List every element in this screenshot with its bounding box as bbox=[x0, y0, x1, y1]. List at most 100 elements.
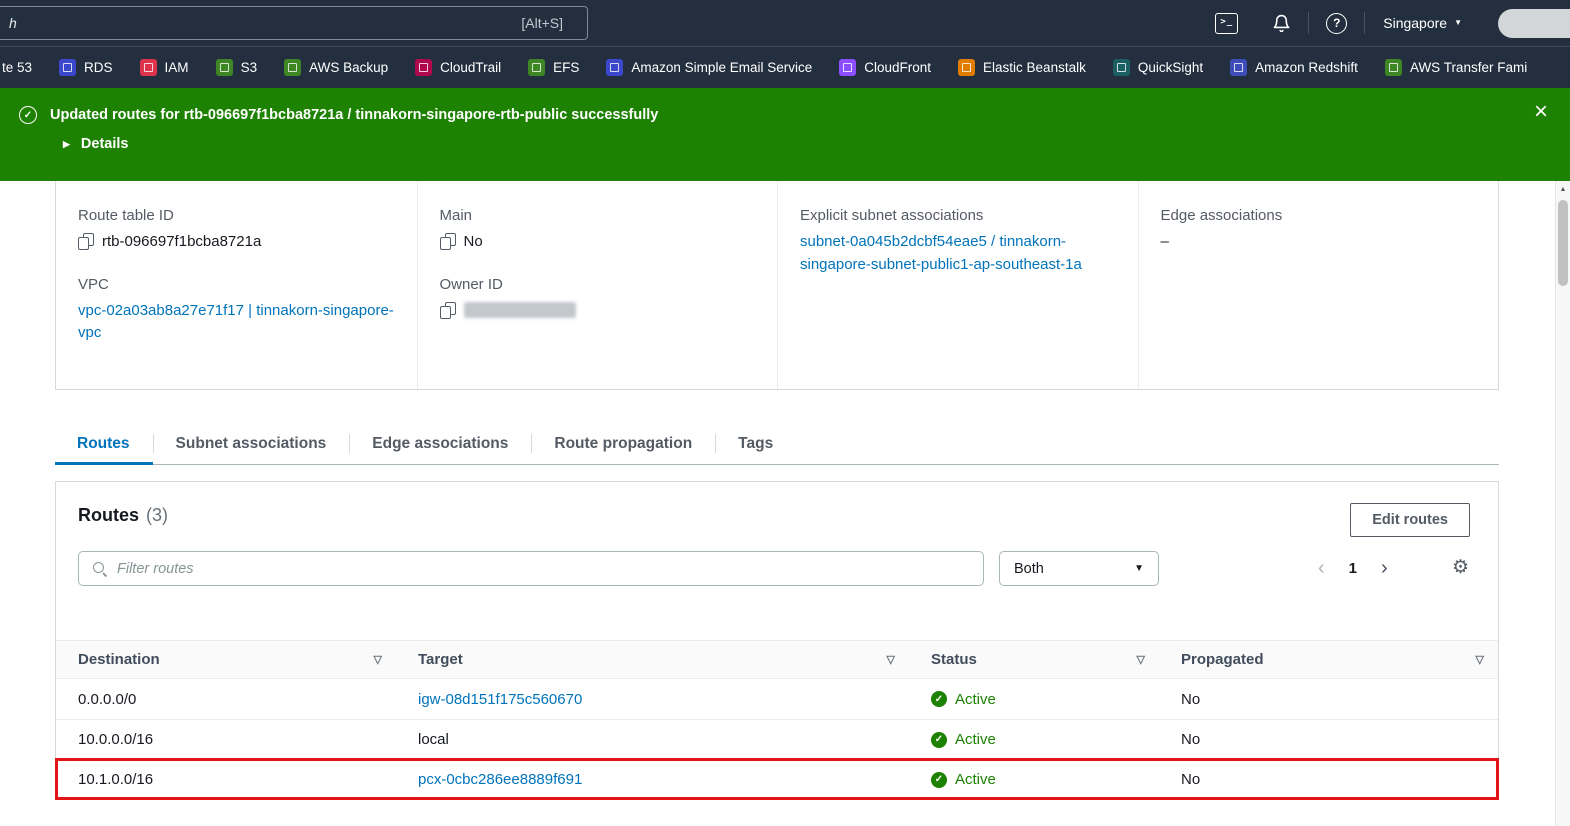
cloudtrail-icon bbox=[415, 59, 433, 76]
field-owner-id: Owner ID bbox=[439, 275, 758, 319]
service-shortcut-quicksight[interactable]: QuickSight bbox=[1112, 59, 1204, 76]
region-selector[interactable]: Singapore ▼ bbox=[1365, 15, 1480, 31]
tab-subnet-associations[interactable]: Subnet associations bbox=[152, 423, 350, 464]
service-shortcut-iam[interactable]: IAM bbox=[139, 59, 189, 76]
column-label: Propagated bbox=[1181, 651, 1264, 668]
filter-routes-input[interactable]: Filter routes bbox=[78, 551, 984, 586]
column-header-destination: Destination ▽ bbox=[56, 641, 396, 678]
field-route-table-id: Route table ID rtb-096697f1bcba8721a bbox=[78, 207, 397, 254]
account-menu-partial[interactable] bbox=[1498, 8, 1570, 38]
copy-icon[interactable] bbox=[439, 301, 456, 319]
sort-filter-icon[interactable]: ▽ bbox=[374, 653, 382, 666]
routes-panel: Routes (3) Edit routes Filter routes Both… bbox=[55, 481, 1499, 800]
tab-routes[interactable]: Routes bbox=[55, 423, 153, 465]
flashbar-message-row: ✓ Updated routes for rtb-096697f1bcba872… bbox=[19, 106, 658, 124]
scrollbar-thumb[interactable] bbox=[1558, 200, 1568, 286]
topbar-right-controls: >_ ? Singapore ▼ bbox=[1198, 0, 1570, 46]
filter-mode-select[interactable]: Both ▼ bbox=[999, 551, 1159, 586]
chevron-down-icon: ▼ bbox=[1134, 563, 1144, 574]
target-link[interactable]: igw-08d151f175c560670 bbox=[418, 691, 582, 708]
subnet-association-link[interactable]: subnet-0a045b2dcbf54eae5 / tinnakorn-sin… bbox=[800, 231, 1118, 276]
table-settings-gear-icon[interactable]: ⚙ bbox=[1452, 558, 1469, 577]
status-cell: ✓ Active bbox=[909, 691, 1159, 708]
service-shortcut-efs[interactable]: EFS bbox=[528, 59, 579, 76]
summary-column-3: Explicit subnet associations subnet-0a04… bbox=[777, 181, 1138, 389]
service-shortcut-label: QuickSight bbox=[1137, 60, 1204, 75]
field-edge-associations: Edge associations – bbox=[1161, 207, 1479, 254]
copy-icon[interactable] bbox=[78, 233, 94, 250]
routes-count: (3) bbox=[146, 505, 169, 525]
status-check-icon: ✓ bbox=[931, 691, 947, 707]
status-label: Active bbox=[955, 731, 996, 748]
field-label: Explicit subnet associations bbox=[800, 207, 984, 224]
service-shortcut-transfer-family[interactable]: AWS Transfer Fami bbox=[1384, 59, 1528, 76]
propagated-cell: No bbox=[1181, 690, 1201, 708]
routes-table: Destination ▽ Target ▽ Status ▽ Propagat… bbox=[55, 640, 1499, 800]
service-shortcut-elastic-beanstalk[interactable]: Elastic Beanstalk bbox=[958, 59, 1086, 76]
status-label: Active bbox=[955, 690, 996, 708]
status-cell: ✓ Active bbox=[909, 771, 1159, 788]
field-label: Main bbox=[439, 207, 473, 224]
field-main: Main No bbox=[439, 207, 758, 254]
service-shortcut-rds[interactable]: RDS bbox=[59, 59, 113, 76]
redshift-icon bbox=[1230, 59, 1248, 76]
service-shortcut-label: RDS bbox=[84, 60, 113, 75]
flashbar-details-toggle[interactable]: ▶ Details bbox=[63, 136, 128, 152]
success-flashbar: ✓ Updated routes for rtb-096697f1bcba872… bbox=[0, 88, 1570, 181]
propagated-cell: No bbox=[1181, 771, 1201, 788]
service-shortcut-route53[interactable]: te 53 bbox=[2, 60, 32, 75]
service-shortcut-s3[interactable]: S3 bbox=[215, 59, 257, 76]
summary-column-1: Route table ID rtb-096697f1bcba8721a VPC… bbox=[56, 181, 417, 389]
service-shortcut-ses[interactable]: Amazon Simple Email Service bbox=[606, 59, 812, 76]
previous-page-button[interactable]: ‹ bbox=[1318, 557, 1325, 580]
vertical-scrollbar[interactable]: ▲ bbox=[1555, 181, 1570, 826]
vpc-link[interactable]: vpc-02a03ab8a27e71f17 | tinnakorn-singap… bbox=[78, 300, 397, 345]
routes-panel-title: Routes (3) bbox=[78, 505, 168, 526]
status-cell: ✓ Active bbox=[909, 731, 1159, 748]
column-header-status: Status ▽ bbox=[909, 641, 1159, 678]
service-shortcut-cloudtrail[interactable]: CloudTrail bbox=[415, 59, 501, 76]
tab-tags[interactable]: Tags bbox=[715, 423, 796, 464]
field-label: Route table ID bbox=[78, 207, 174, 224]
flashbar-details-label: Details bbox=[80, 136, 129, 152]
field-label: Owner ID bbox=[439, 275, 503, 293]
search-shortcut-hint: [Alt+S] bbox=[521, 15, 563, 31]
sort-filter-icon[interactable]: ▽ bbox=[887, 653, 895, 666]
summary-column-2: Main No Owner ID bbox=[416, 181, 778, 389]
elastic-beanstalk-icon bbox=[958, 59, 976, 76]
field-label: Edge associations bbox=[1160, 207, 1283, 224]
route-table-summary-card: Route table ID rtb-096697f1bcba8721a VPC… bbox=[55, 181, 1499, 390]
service-shortcut-cloudfront[interactable]: CloudFront bbox=[839, 59, 931, 76]
flashbar-message: Updated routes for rtb-096697f1bcba8721a… bbox=[50, 107, 659, 123]
sort-filter-icon[interactable]: ▽ bbox=[1137, 653, 1145, 666]
region-label: Singapore bbox=[1383, 15, 1448, 31]
route-table-id-value: rtb-096697f1bcba8721a bbox=[102, 233, 262, 250]
service-shortcut-label: CloudFront bbox=[864, 60, 932, 75]
service-shortcut-label: AWS Transfer Fami bbox=[1409, 60, 1528, 75]
cloudfront-icon bbox=[839, 59, 857, 76]
service-shortcut-label: Elastic Beanstalk bbox=[983, 60, 1086, 75]
tab-edge-associations[interactable]: Edge associations bbox=[349, 423, 531, 464]
scroll-up-arrow-icon[interactable]: ▲ bbox=[1556, 181, 1570, 198]
rds-icon bbox=[59, 59, 77, 76]
copy-icon[interactable] bbox=[439, 233, 456, 250]
target-link[interactable]: pcx-0cbc286ee8889f691 bbox=[418, 771, 582, 788]
sort-filter-icon[interactable]: ▽ bbox=[1476, 653, 1484, 666]
transfer-family-icon bbox=[1384, 59, 1402, 76]
next-page-button[interactable]: › bbox=[1381, 557, 1388, 580]
page-number[interactable]: 1 bbox=[1349, 560, 1357, 577]
routes-title-text: Routes bbox=[78, 505, 140, 525]
service-shortcut-label: AWS Backup bbox=[309, 60, 389, 75]
service-shortcut-redshift[interactable]: Amazon Redshift bbox=[1230, 59, 1358, 76]
global-search-input[interactable]: h [Alt+S] bbox=[0, 6, 588, 40]
tab-route-propagation[interactable]: Route propagation bbox=[531, 423, 715, 464]
edit-routes-button[interactable]: Edit routes bbox=[1350, 503, 1470, 537]
notifications-button[interactable] bbox=[1255, 0, 1308, 46]
help-button[interactable]: ? bbox=[1309, 0, 1364, 46]
target-cell: local bbox=[418, 731, 449, 748]
service-shortcut-label: te 53 bbox=[2, 60, 33, 75]
table-row: 10.0.0.0/16 local ✓ Active No bbox=[56, 719, 1498, 759]
flashbar-close-button[interactable]: × bbox=[1534, 100, 1548, 124]
service-shortcut-aws-backup[interactable]: AWS Backup bbox=[284, 59, 388, 76]
cloudshell-button[interactable]: >_ bbox=[1198, 0, 1255, 46]
